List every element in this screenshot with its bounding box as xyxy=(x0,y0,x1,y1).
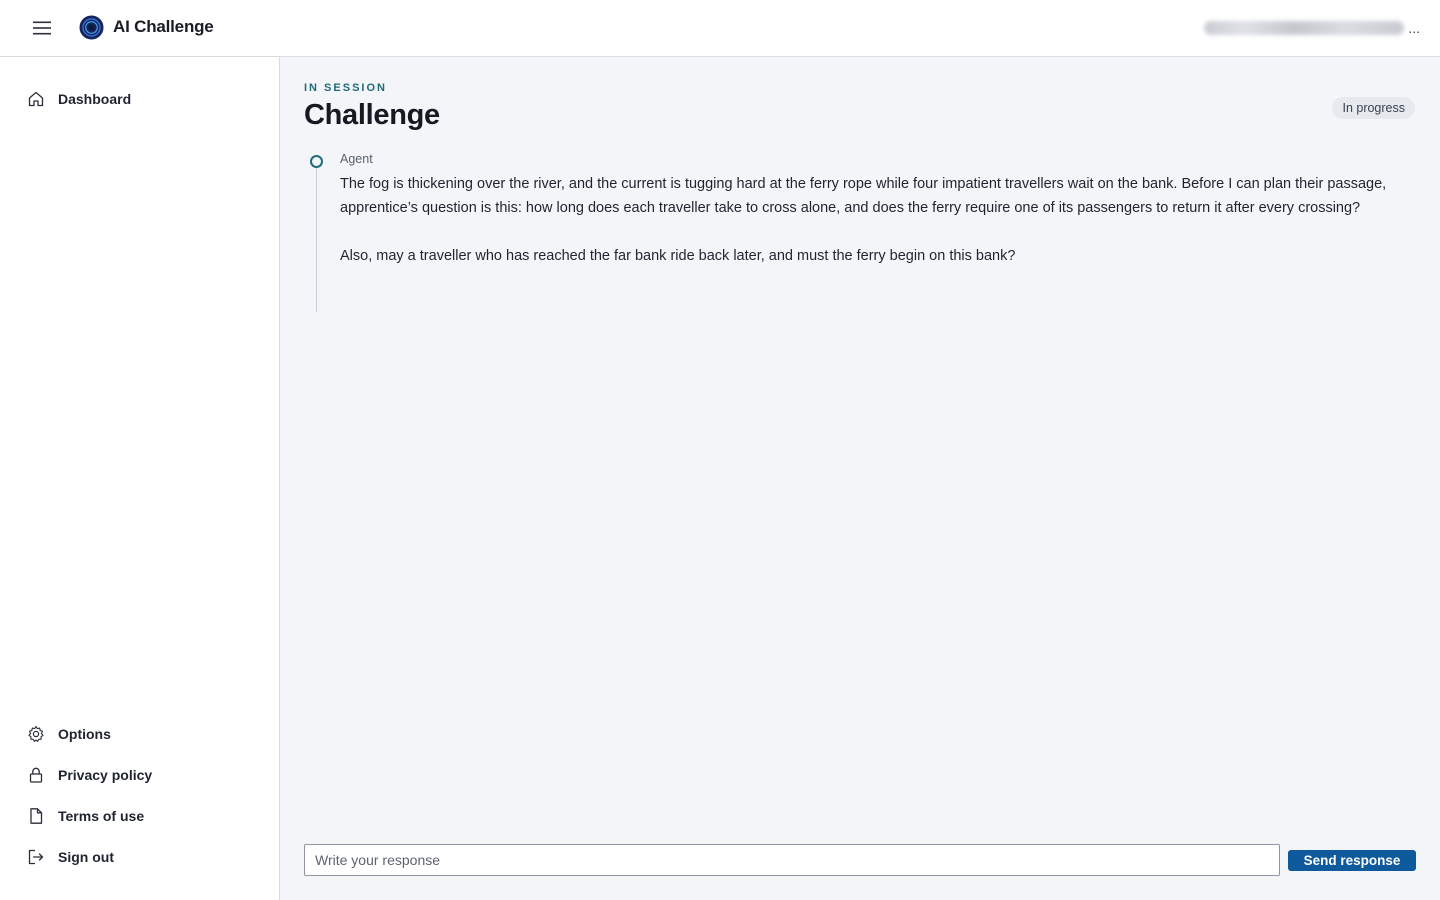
sidebar-item-label: Options xyxy=(58,726,111,742)
send-response-button[interactable]: Send response xyxy=(1288,850,1416,871)
redacted-user-name xyxy=(1204,21,1405,35)
sidebar-item-terms-of-use[interactable]: Terms of use xyxy=(27,805,144,827)
sidebar: Dashboard Options Privacy policy Terms o… xyxy=(0,57,280,900)
gear-icon xyxy=(28,725,44,742)
app-title: AI Challenge xyxy=(113,17,214,36)
user-account-menu[interactable]: ... xyxy=(1204,19,1420,37)
sidebar-item-privacy-policy[interactable]: Privacy policy xyxy=(27,764,152,786)
page-title: Challenge xyxy=(304,99,440,131)
home-icon xyxy=(28,91,44,107)
message-author: Agent xyxy=(340,152,373,166)
status-badge: In progress xyxy=(1332,97,1415,119)
timeline-line xyxy=(316,160,317,312)
sidebar-item-options[interactable]: Options xyxy=(27,723,111,745)
sidebar-item-sign-out[interactable]: Sign out xyxy=(27,846,114,868)
message-paragraph: The fog is thickening over the river, an… xyxy=(340,176,1387,216)
sidebar-item-label: Privacy policy xyxy=(58,767,153,783)
message-body: The fog is thickening over the river, an… xyxy=(340,172,1418,292)
main-content: IN SESSION Challenge In progress Agent T… xyxy=(280,57,1440,900)
app-logo-icon xyxy=(79,15,104,40)
sign-out-icon xyxy=(28,849,44,865)
user-menu-ellipsis: ... xyxy=(1408,20,1420,36)
sidebar-item-label: Dashboard xyxy=(58,91,132,107)
response-input[interactable] xyxy=(304,844,1280,876)
hamburger-menu-icon[interactable] xyxy=(28,14,56,42)
lock-icon xyxy=(29,767,43,783)
sidebar-item-dashboard[interactable]: Dashboard xyxy=(27,88,131,110)
timeline-dot-icon xyxy=(310,155,323,168)
document-icon xyxy=(30,808,43,824)
session-eyebrow: IN SESSION xyxy=(304,82,387,94)
sidebar-item-label: Sign out xyxy=(58,849,114,865)
message-paragraph: Also, may a traveller who has reached th… xyxy=(340,248,1016,264)
top-bar: AI Challenge ... xyxy=(0,0,1440,57)
sidebar-item-label: Terms of use xyxy=(58,808,145,824)
